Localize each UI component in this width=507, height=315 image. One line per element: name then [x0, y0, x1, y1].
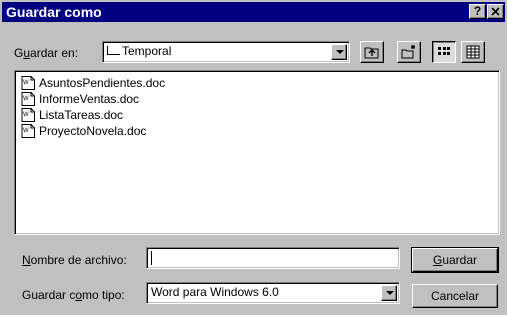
file-name: AsuntosPendientes.doc: [39, 76, 166, 90]
chevron-down-icon: [386, 291, 394, 295]
file-name: ListaTareas.doc: [39, 108, 124, 122]
location-combo[interactable]: Temporal: [102, 41, 350, 63]
up-folder-icon: [364, 47, 379, 59]
svg-text:W: W: [23, 128, 29, 134]
list-view-icon: [438, 47, 450, 55]
filetype-label: Guardar como tipo:: [22, 288, 125, 302]
filetype-dropdown-button[interactable]: [381, 285, 397, 301]
file-name: ProyectoNovela.doc: [39, 124, 147, 138]
location-dropdown-button[interactable]: [331, 44, 347, 60]
filetype-value: Word para Windows 6.0: [151, 285, 279, 299]
word-document-icon: W: [21, 108, 35, 122]
word-document-icon: W: [21, 92, 35, 106]
filetype-combo[interactable]: Word para Windows 6.0: [146, 282, 400, 304]
word-document-icon: W: [21, 124, 35, 138]
svg-text:W: W: [23, 96, 29, 102]
help-button[interactable]: ?: [469, 4, 486, 19]
new-folder-button[interactable]: [397, 41, 421, 63]
file-name: InformeVentas.doc: [39, 92, 140, 106]
svg-text:W: W: [23, 80, 29, 86]
folder-icon: [107, 46, 120, 56]
new-folder-icon: [401, 45, 415, 59]
up-one-level-button[interactable]: [360, 41, 384, 63]
svg-text:W: W: [23, 112, 29, 118]
details-view-button[interactable]: [461, 41, 485, 63]
location-label: Guardar en:: [14, 46, 79, 60]
text-caret: [151, 251, 152, 265]
save-as-dialog: Guardar como ? Guardar en: Temporal W As…: [0, 0, 507, 315]
filename-input[interactable]: [146, 247, 400, 269]
file-list[interactable]: W AsuntosPendientes.doc W InformeVentas.doc…: [14, 70, 500, 235]
filename-label: Nombre de archivo:: [22, 253, 127, 267]
list-view-button[interactable]: [432, 41, 456, 63]
close-icon: [491, 7, 500, 16]
title-bar[interactable]: Guardar como ?: [2, 2, 505, 22]
dialog-title: Guardar como: [6, 4, 102, 20]
location-value: Temporal: [122, 44, 172, 58]
word-document-icon: W: [21, 76, 35, 90]
save-button[interactable]: Guardar: [411, 247, 499, 273]
details-view-icon: [466, 45, 480, 59]
chevron-down-icon: [336, 50, 344, 54]
close-button[interactable]: [487, 4, 504, 19]
cancel-button[interactable]: Cancelar: [412, 284, 498, 308]
